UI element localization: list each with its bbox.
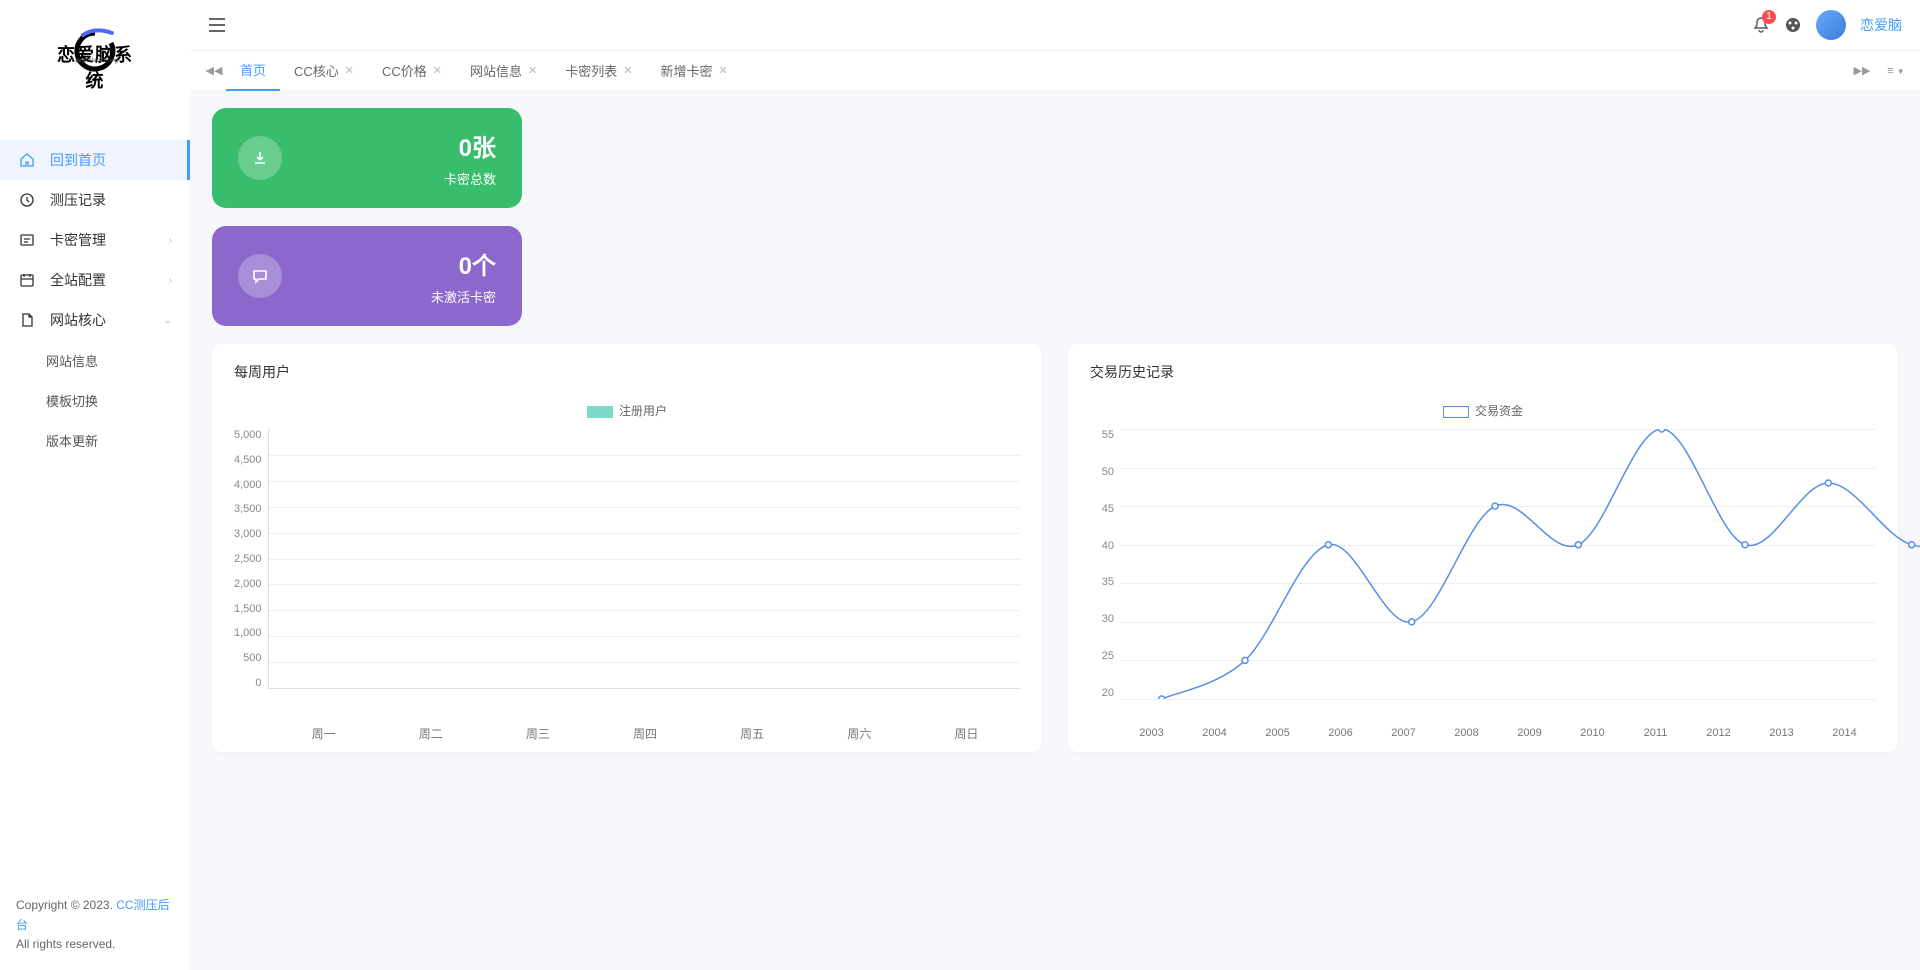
tab-keylist[interactable]: 卡密列表✕ [551, 51, 646, 91]
sidebar-submenu: 网站信息 模板切换 版本更新 [0, 340, 190, 460]
tab-scroll-right[interactable]: ▶▶ [1850, 64, 1874, 77]
sidebar: 恋爱脑系统 LianAiNaoXiTong 回到首页 测压记录 卡密管理 › 全… [0, 0, 190, 970]
avatar[interactable] [1816, 10, 1846, 40]
sidebar-item-label: 卡密管理 [50, 230, 106, 250]
logo-sub: LianAiNaoXiTong [68, 58, 122, 64]
tab-cccore[interactable]: CC核心✕ [280, 51, 368, 91]
username[interactable]: 恋爱脑 [1860, 15, 1902, 35]
chevron-right-icon: › [169, 235, 172, 246]
card-title: 每周用户 [234, 362, 1020, 382]
sidebar-item-key[interactable]: 卡密管理 › [0, 220, 190, 260]
weekly-users-card: 每周用户 注册用户 5,0004,5004,0003,5003,0002,500… [212, 344, 1042, 752]
sidebar-menu: 回到首页 测压记录 卡密管理 › 全站配置 › 网站核心 ⌄ [0, 100, 190, 880]
close-icon[interactable]: ✕ [433, 64, 442, 77]
logo: 恋爱脑系统 LianAiNaoXiTong [0, 0, 190, 100]
sidebar-item-label: 全站配置 [50, 270, 106, 290]
tab-siteinfo[interactable]: 网站信息✕ [456, 51, 551, 91]
menu-toggle-icon[interactable] [208, 18, 226, 32]
sidebar-item-label: 网站核心 [50, 310, 106, 330]
download-icon [238, 136, 282, 180]
trade-history-card: 交易历史记录 交易资金 5550454035302520 20032004200… [1068, 344, 1898, 752]
sidebar-sub-template[interactable]: 模板切换 [0, 380, 190, 420]
stat-card-inactive: 0个 未激活卡密 [212, 226, 522, 326]
sidebar-item-label: 测压记录 [50, 190, 106, 210]
key-icon [18, 231, 36, 249]
stat-label: 未激活卡密 [431, 287, 496, 306]
tab-ccprice[interactable]: CC价格✕ [368, 51, 456, 91]
sidebar-sub-siteinfo[interactable]: 网站信息 [0, 340, 190, 380]
chevron-down-icon: ⌄ [164, 315, 172, 326]
stat-value: 0张 [444, 128, 496, 163]
chat-icon [238, 254, 282, 298]
home-icon [18, 151, 36, 169]
sidebar-item-config[interactable]: 全站配置 › [0, 260, 190, 300]
theme-icon[interactable] [1784, 16, 1802, 34]
card-title: 交易历史记录 [1090, 362, 1876, 382]
logo-title: 恋爱脑系统 [48, 41, 142, 93]
close-icon[interactable]: ✕ [528, 64, 537, 77]
tab-menu-icon[interactable]: ≡ ▼ [1884, 65, 1908, 77]
stat-card-total: 0张 卡密总数 [212, 108, 522, 208]
sidebar-item-core[interactable]: 网站核心 ⌄ [0, 300, 190, 340]
tab-scroll-left[interactable]: ◀◀ [202, 64, 226, 77]
stat-label: 卡密总数 [444, 169, 496, 188]
bar-chart: 注册用户 5,0004,5004,0003,5003,0002,5002,000… [234, 402, 1020, 742]
notifications-button[interactable]: 1 [1752, 16, 1770, 34]
tab-home[interactable]: 首页 [226, 51, 280, 91]
tab-newkey[interactable]: 新增卡密✕ [646, 51, 741, 91]
sidebar-sub-version[interactable]: 版本更新 [0, 420, 190, 460]
chevron-right-icon: › [169, 275, 172, 286]
clock-icon [18, 191, 36, 209]
topbar: 1 恋爱脑 [190, 0, 1920, 50]
sidebar-item-label: 回到首页 [50, 150, 106, 170]
close-icon[interactable]: ✕ [719, 64, 728, 77]
sidebar-item-home[interactable]: 回到首页 [0, 140, 190, 180]
stat-value: 0个 [431, 246, 496, 281]
notification-badge: 1 [1762, 10, 1776, 24]
tabbar: ◀◀ 首页 CC核心✕ CC价格✕ 网站信息✕ 卡密列表✕ 新增卡密✕ ▶▶ ≡… [190, 50, 1920, 90]
sidebar-item-records[interactable]: 测压记录 [0, 180, 190, 220]
line-chart: 交易资金 5550454035302520 200320042005200620… [1090, 402, 1876, 739]
calendar-icon [18, 271, 36, 289]
doc-icon [18, 311, 36, 329]
close-icon[interactable]: ✕ [345, 64, 354, 77]
footer-copyright: Copyright © 2023. CC测压后台 All rights rese… [0, 880, 190, 970]
close-icon[interactable]: ✕ [623, 64, 632, 77]
